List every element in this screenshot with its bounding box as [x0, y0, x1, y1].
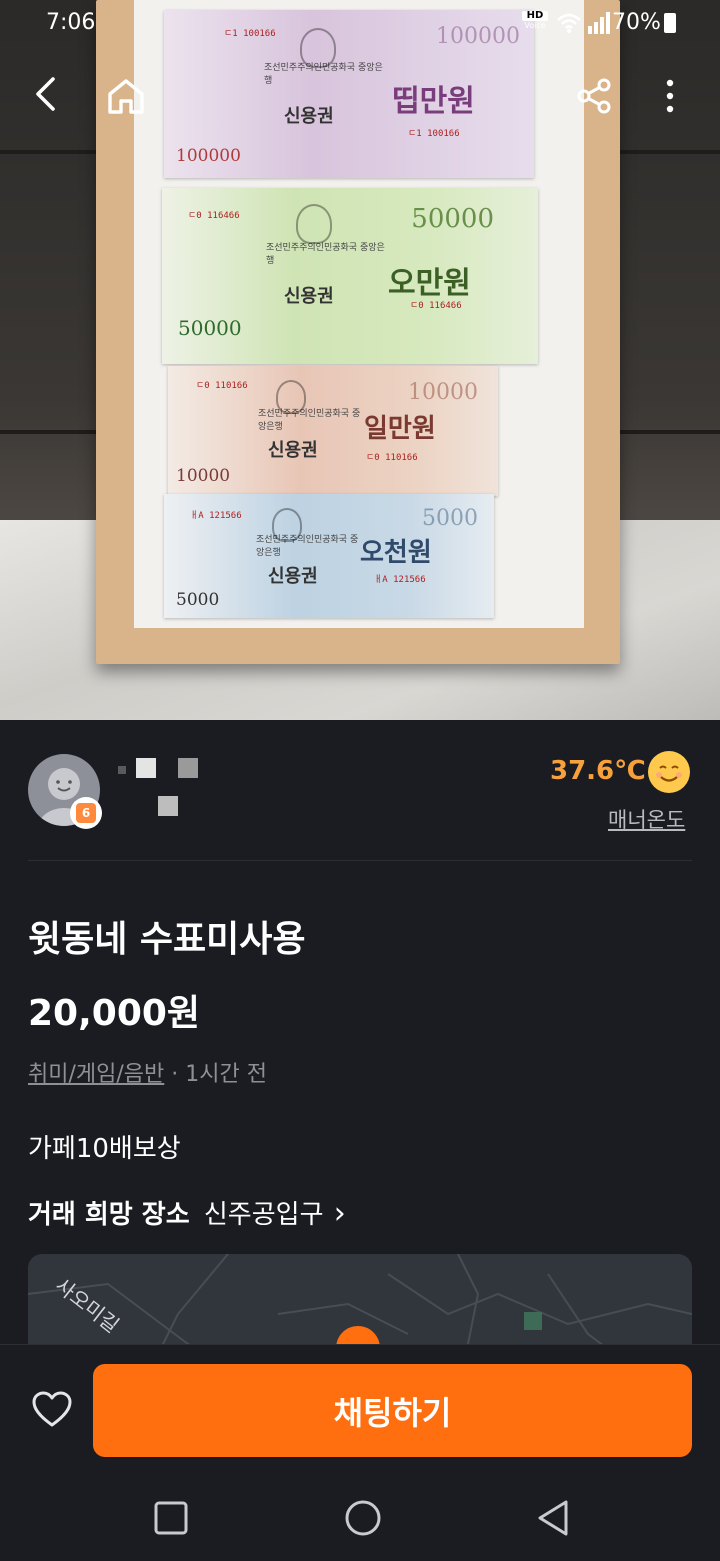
chevron-right-icon: ›: [333, 1196, 346, 1231]
banknote-50000: 50000 조선민주주의인민공화국 중앙은행 신용권 오만원 50000 ㄷ0 …: [162, 188, 538, 364]
wifi-icon: [557, 13, 581, 33]
share-button[interactable]: [572, 72, 616, 120]
chevron-left-icon: [36, 77, 55, 111]
more-vertical-icon: [666, 79, 674, 113]
system-back-button[interactable]: [536, 1499, 572, 1537]
share-icon: [577, 78, 611, 114]
like-button[interactable]: [30, 1388, 74, 1432]
home-icon: [108, 79, 144, 114]
item-meta: 취미/게임/음반 · 1시간 전: [28, 1056, 267, 1088]
back-button[interactable]: [24, 72, 68, 116]
signal-icon: [588, 12, 610, 34]
trade-location-label: 거래 희망 장소: [28, 1200, 190, 1230]
divider: [28, 860, 692, 861]
manner-temperature: 37.6℃: [550, 756, 646, 786]
more-options-button[interactable]: [654, 72, 686, 120]
item-description: 가페10배보상: [28, 1134, 181, 1164]
calendar-badge-icon: 6: [76, 803, 96, 823]
recent-apps-icon: [154, 1501, 188, 1535]
item-title: 윗동네 수표미사용: [28, 919, 306, 960]
system-home-button[interactable]: [344, 1499, 382, 1537]
battery-icon: [664, 13, 676, 33]
battery-percent: 70%: [612, 10, 661, 35]
smile-emoji-icon: [648, 751, 690, 793]
recent-apps-button[interactable]: [154, 1501, 188, 1535]
item-price: 20,000원: [28, 993, 201, 1034]
seller-nickname-masked[interactable]: [118, 756, 208, 820]
category-link[interactable]: 취미/게임/음반: [28, 1062, 164, 1087]
user-badge: 6: [70, 797, 102, 829]
posted-time: · 1시간 전: [164, 1062, 267, 1087]
chat-button[interactable]: 채팅하기: [93, 1364, 692, 1457]
heart-outline-icon: [32, 1391, 72, 1427]
manner-temperature-link[interactable]: 매너온도: [608, 804, 685, 834]
trade-location-value: 신주공입구: [203, 1200, 324, 1230]
back-triangle-icon: [538, 1500, 568, 1536]
banknote-100000: 100000 조선민주주의인민공화국 중앙은행 신용권 띱만원 100000 ㄷ…: [164, 10, 534, 178]
home-circle-icon: [345, 1500, 381, 1536]
trade-location-row[interactable]: 거래 희망 장소 신주공입구 ›: [28, 1194, 346, 1231]
home-button[interactable]: [102, 72, 150, 120]
hd-voice-icon: HD Voice: [522, 11, 548, 31]
picture-frame: 100000 조선민주주의인민공화국 중앙은행 신용권 띱만원 100000 ㄷ…: [96, 0, 620, 664]
status-time: 7:06: [46, 10, 96, 35]
banknote-10000: 10000 조선민주주의인민공화국 중앙은행 신용권 일만원 10000 ㄷ0 …: [168, 366, 498, 496]
banknote-5000: 5000 조선민주주의인민공화국 중앙은행 신용권 오천원 5000 ㅐA 12…: [164, 494, 494, 618]
